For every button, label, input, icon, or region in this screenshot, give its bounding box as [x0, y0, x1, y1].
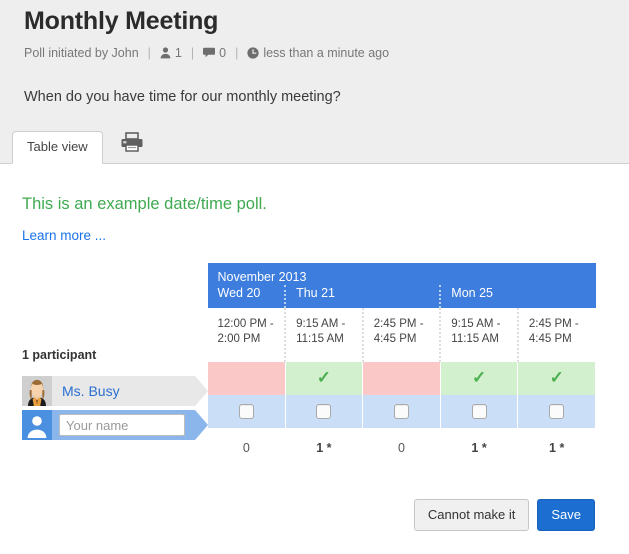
poll-initiator: Poll initiated by John	[24, 46, 139, 60]
vote-count-3: 1 *	[471, 441, 487, 455]
vote-count-1: 1 *	[316, 441, 332, 455]
participant-summary: 1 participant	[22, 348, 97, 362]
time-slot-0: 12:00 PM - 2:00 PM	[207, 308, 286, 362]
your-name-input[interactable]	[59, 414, 185, 436]
comment-icon	[203, 47, 216, 61]
time-slot-4: 2:45 PM - 4:45 PM	[516, 308, 596, 362]
time-slot-0-start: 12:00 PM -	[217, 318, 274, 330]
table-row: ✓ ✓ ✓	[207, 362, 597, 395]
vote-cell-busy-0	[207, 362, 286, 395]
vote-cell-busy-4: ✓	[517, 362, 597, 395]
person-avatar-icon	[22, 410, 52, 440]
check-icon: ✓	[471, 368, 487, 387]
vote-cell-busy-3: ✓	[439, 362, 519, 395]
time-slot-4-end: 4:45 PM	[528, 333, 572, 345]
participant-row-mine	[22, 410, 208, 440]
participant-row-busy: Ms. Busy	[22, 376, 208, 406]
tab-table-view-label: Table view	[27, 139, 88, 154]
time-slot-0-end: 2:00 PM	[217, 333, 261, 345]
day-header-wed-20: Wed 20	[207, 285, 286, 308]
my-vote-cell-3[interactable]	[439, 395, 519, 428]
vote-checkbox-3[interactable]	[471, 403, 487, 419]
time-slot-3: 9:15 AM - 11:15 AM	[439, 308, 518, 362]
vote-checkbox-1[interactable]	[316, 403, 332, 419]
time-slot-1-start: 9:15 AM -	[296, 318, 346, 330]
participant-count-group: 1	[160, 46, 182, 61]
page-header: Monthly Meeting Poll initiated by John |…	[0, 0, 629, 164]
poll-table-head: November 2013 Wed 20 Thu 21 Mon 25 12:00…	[207, 263, 596, 362]
poll-content: This is an example date/time poll. Learn…	[0, 164, 629, 531]
learn-more-link[interactable]: Learn more ...	[0, 214, 106, 243]
time-ago-group: less than a minute ago	[247, 46, 389, 61]
name-chip-arrow	[195, 376, 208, 406]
time-slot-1: 9:15 AM - 11:15 AM	[284, 308, 363, 362]
day-header-mon-25: Mon 25	[439, 285, 596, 308]
tab-table-view[interactable]: Table view	[12, 131, 103, 164]
poll-table-body: ✓ ✓ ✓ 0 1 * 0 1 * 1 *	[207, 362, 597, 460]
table-row	[207, 395, 597, 428]
vote-checkbox-4[interactable]	[549, 403, 565, 419]
comment-count: 0	[219, 46, 227, 60]
tab-bar: Table view	[12, 126, 161, 164]
month-label: November 2013	[207, 263, 596, 285]
participant-count: 1	[174, 46, 182, 60]
name-chip-mine	[22, 410, 208, 440]
cannot-make-it-button[interactable]: Cannot make it	[413, 499, 530, 531]
check-icon: ✓	[316, 368, 332, 387]
meta-separator-2: |	[190, 46, 195, 60]
woman-avatar-icon	[22, 376, 52, 406]
action-bar: Cannot make it Save	[0, 493, 629, 531]
count-row: 0 1 * 0 1 * 1 *	[208, 428, 596, 460]
time-slot-4-start: 2:45 PM -	[528, 318, 579, 330]
comment-count-group: 0	[203, 46, 226, 60]
my-vote-cell-1[interactable]	[284, 395, 364, 428]
tab-print[interactable]	[105, 126, 159, 164]
day-header-thu-21: Thu 21	[284, 285, 441, 308]
day-row: Wed 20 Thu 21 Mon 25	[207, 285, 596, 308]
my-vote-cell-4[interactable]	[517, 395, 597, 428]
vote-count-2: 0	[398, 441, 405, 455]
vote-cell-busy-1: ✓	[284, 362, 364, 395]
person-icon	[160, 46, 171, 62]
my-vote-cell-2[interactable]	[362, 395, 441, 428]
name-chip-busy: Ms. Busy	[22, 376, 208, 406]
name-chip-arrow	[195, 410, 208, 440]
check-icon: ✓	[549, 368, 564, 387]
meta-separator-3: |	[235, 46, 239, 60]
printer-icon	[120, 132, 144, 156]
poll-meta: Poll initiated by John | 1 | 0 | less th…	[0, 38, 629, 63]
page-title: Monthly Meeting	[24, 7, 219, 35]
poll-table: November 2013 Wed 20 Thu 21 Mon 25 12:00…	[207, 263, 597, 460]
vote-count-0: 0	[242, 441, 250, 455]
vote-count-4: 1 *	[549, 441, 565, 455]
time-slot-1-end: 11:15 AM	[296, 333, 344, 345]
poll-question: When do you have time for our monthly me…	[24, 89, 341, 105]
participant-name[interactable]: Ms. Busy	[52, 383, 120, 399]
vote-checkbox-0[interactable]	[238, 403, 254, 419]
time-slot-3-end: 11:15 AM	[451, 333, 500, 345]
vote-checkbox-2[interactable]	[393, 403, 409, 419]
month-row: November 2013	[207, 263, 596, 285]
poll-table-wrap: 1 participant November 2013 Wed 20 Thu 2…	[0, 263, 629, 493]
meta-separator-1: |	[147, 46, 151, 60]
clock-icon	[247, 46, 259, 62]
example-poll-note: This is an example date/time poll.	[22, 195, 267, 213]
time-slot-2-start: 2:45 PM -	[373, 318, 424, 330]
vote-cell-busy-2	[362, 362, 441, 395]
time-slot-2-end: 4:45 PM	[373, 333, 417, 345]
time-slot-row: 12:00 PM - 2:00 PM 9:15 AM - 11:15 AM 2:…	[207, 308, 596, 362]
time-slot-3-start: 9:15 AM -	[451, 318, 501, 330]
save-button[interactable]: Save	[537, 499, 595, 531]
time-slot-2: 2:45 PM - 4:45 PM	[361, 308, 441, 362]
time-ago: less than a minute ago	[263, 46, 390, 60]
my-vote-cell-0[interactable]	[207, 395, 286, 428]
